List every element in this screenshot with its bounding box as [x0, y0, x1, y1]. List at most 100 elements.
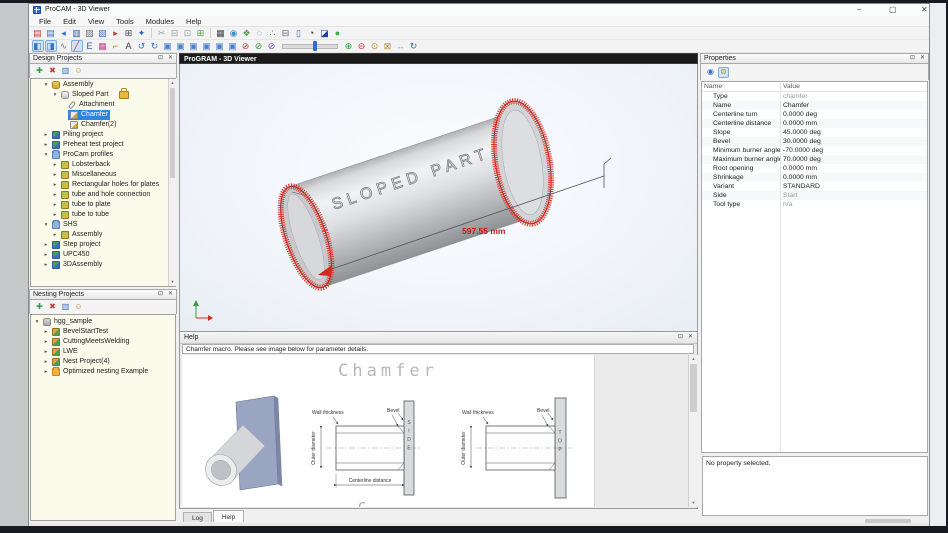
- design-item-procam-profiles[interactable]: ▾ProCam profiles: [31, 150, 175, 160]
- expand-icon[interactable]: ▸: [51, 182, 59, 188]
- calculator-icon[interactable]: ⊞: [123, 27, 135, 39]
- menu-tools[interactable]: Tools: [110, 17, 140, 26]
- design-item-lobsterback[interactable]: ▸Lobsterback: [31, 160, 175, 170]
- property-row-bevel[interactable]: Bevel30.0000 deg: [702, 137, 927, 146]
- nesting-item-hgg-sample[interactable]: ▾hgg_sample: [31, 317, 175, 327]
- expand-icon[interactable]: ▸: [42, 142, 50, 148]
- paste-icon[interactable]: ⊡: [182, 27, 194, 39]
- design-item-chamfer[interactable]: Chamfer: [31, 110, 175, 120]
- help-description-field[interactable]: Chamfer macro. Please see image below fo…: [182, 344, 694, 354]
- zoom-in-icon[interactable]: ⊕: [343, 40, 355, 52]
- expand-icon[interactable]: ▸: [42, 252, 50, 258]
- tab-help[interactable]: Help: [213, 510, 244, 522]
- expand-icon[interactable]: ▸: [42, 339, 50, 345]
- property-value[interactable]: n/a: [780, 200, 792, 209]
- property-row-centerline-distance[interactable]: Centerline distance0.0000 mm: [702, 119, 927, 128]
- print-icon[interactable]: ⊟: [280, 27, 292, 39]
- design-tree-scrollbar[interactable]: ▲ ▼: [168, 79, 176, 286]
- collapse-icon[interactable]: ▾: [42, 152, 50, 158]
- hide-green-icon[interactable]: ⊘: [253, 40, 265, 52]
- design-item-chamfer-2[interactable]: Chamfer(2): [31, 120, 175, 130]
- mesh-icon[interactable]: ▦: [97, 40, 109, 52]
- info-icon[interactable]: ◉: [705, 67, 716, 78]
- paste-special-icon[interactable]: ⊞: [195, 27, 207, 39]
- view-front-icon[interactable]: ▣: [162, 40, 174, 52]
- menu-help[interactable]: Help: [180, 17, 207, 26]
- nesting-item-nest-project-4[interactable]: ▸Nest Project(4): [31, 357, 175, 367]
- close-panel-icon[interactable]: ✕: [688, 334, 693, 341]
- copy-icon[interactable]: ⊟: [169, 27, 181, 39]
- design-item-attachment[interactable]: Attachment: [31, 100, 175, 110]
- property-value[interactable]: STANDARD: [780, 182, 820, 191]
- view-right-icon[interactable]: ▣: [201, 40, 213, 52]
- expand-icon[interactable]: ▸: [51, 212, 59, 218]
- structure-icon[interactable]: ∴: [267, 27, 279, 39]
- view-bottom-icon[interactable]: ▣: [227, 40, 239, 52]
- table-icon[interactable]: ▦: [215, 27, 227, 39]
- minimize-button[interactable]: –: [857, 6, 861, 14]
- corner-tool-icon[interactable]: ◪: [319, 27, 331, 39]
- scroll-up-icon[interactable]: ▲: [169, 79, 176, 87]
- dock-icon[interactable]: ⊡: [678, 334, 683, 341]
- expand-icon[interactable]: ▸: [42, 132, 50, 138]
- property-row-shrinkage[interactable]: Shrinkage0.0000 mm: [702, 173, 927, 182]
- close-panel-icon[interactable]: ✕: [168, 291, 173, 298]
- save-icon[interactable]: ▤: [45, 27, 57, 39]
- design-item-rectangular-holes-for-plates[interactable]: ▸Rectangular holes for plates: [31, 180, 175, 190]
- viewer-title-bar[interactable]: ProGRAM - 3D Viewer: [179, 53, 698, 64]
- report-icon[interactable]: ▨: [84, 27, 96, 39]
- design-item-sloped-part[interactable]: ▾Sloped Part: [31, 90, 175, 100]
- delete-item-icon[interactable]: ✖: [47, 302, 58, 313]
- view-wireframe-icon[interactable]: ◨: [45, 40, 57, 52]
- expand-icon[interactable]: ▸: [42, 369, 50, 375]
- collapse-icon[interactable]: ▾: [33, 319, 41, 325]
- design-item-piling-project[interactable]: ▸Piling project: [31, 130, 175, 140]
- property-row-minimum-burner-angle[interactable]: Minimum burner angle-70.0000 deg: [702, 146, 927, 155]
- navigator-icon[interactable]: ✦: [136, 27, 148, 39]
- zoom-out-icon[interactable]: ⊖: [356, 40, 368, 52]
- viewport-3d[interactable]: SLOPED PART 597.55 mm: [179, 64, 698, 331]
- collapse-icon[interactable]: ▾: [42, 82, 50, 88]
- pan-icon[interactable]: ↔: [395, 40, 407, 52]
- property-row-root-opening[interactable]: Root opening0.0000 mm: [702, 164, 927, 173]
- feedback-icon[interactable]: ☺: [73, 66, 84, 77]
- scroll-up-icon[interactable]: ▲: [689, 355, 698, 363]
- property-value[interactable]: 0.0000 deg: [780, 110, 817, 119]
- expand-icon[interactable]: ▸: [51, 202, 59, 208]
- nesting-item-bevelstarttest[interactable]: ▸BevelStartTest: [31, 327, 175, 337]
- text-tool-icon[interactable]: A: [123, 40, 135, 52]
- nesting-item-cuttingmeetswelding[interactable]: ▸CuttingMeetsWelding: [31, 337, 175, 347]
- scrollbar-thumb[interactable]: [690, 364, 697, 412]
- statistics-icon[interactable]: ▥: [60, 302, 71, 313]
- hide-red-icon[interactable]: ⊘: [240, 40, 252, 52]
- scroll-down-icon[interactable]: ▼: [689, 499, 698, 507]
- expand-icon[interactable]: ▸: [51, 172, 59, 178]
- property-value[interactable]: 70.0000 deg: [780, 155, 821, 164]
- dock-icon[interactable]: ⊡: [910, 55, 915, 62]
- rotate-left-icon[interactable]: ↺: [136, 40, 148, 52]
- dock-icon[interactable]: ⊡: [158, 291, 163, 298]
- lasso-icon[interactable]: ◌: [254, 27, 266, 39]
- property-row-type[interactable]: Typechamfer: [702, 92, 927, 101]
- design-item-preheat-test-project[interactable]: ▸Preheat test project: [31, 140, 175, 150]
- menu-view[interactable]: View: [82, 17, 110, 26]
- collapse-icon[interactable]: ▾: [42, 222, 50, 228]
- collapse-icon[interactable]: ▾: [51, 92, 59, 98]
- delete-item-icon[interactable]: ✖: [47, 66, 58, 77]
- expand-icon[interactable]: ▸: [42, 329, 50, 335]
- expand-icon[interactable]: ▸: [42, 359, 50, 365]
- history-icon[interactable]: ◔: [306, 27, 318, 39]
- expand-icon[interactable]: ▸: [42, 349, 50, 355]
- design-item-assembly[interactable]: ▾Assembly: [31, 80, 175, 90]
- part-cylinder[interactable]: SLOPED PART: [266, 89, 578, 304]
- design-item-3dassembly[interactable]: ▸3DAssembly: [31, 260, 175, 270]
- property-row-name[interactable]: NameChamfer: [702, 101, 927, 110]
- save-all-icon[interactable]: ▥: [71, 27, 83, 39]
- menu-file[interactable]: File: [33, 17, 57, 26]
- design-item-assembly[interactable]: ▸Assembly: [31, 230, 175, 240]
- property-row-slope[interactable]: Slope45.0000 deg: [702, 128, 927, 137]
- zoom-window-icon[interactable]: ⊙: [369, 40, 381, 52]
- nesting-item-optimized-nesting-example[interactable]: ▸Optimized nesting Example: [31, 367, 175, 377]
- property-value[interactable]: Chamfer: [780, 101, 809, 110]
- help-scrollbar[interactable]: ▲ ▼: [688, 355, 698, 507]
